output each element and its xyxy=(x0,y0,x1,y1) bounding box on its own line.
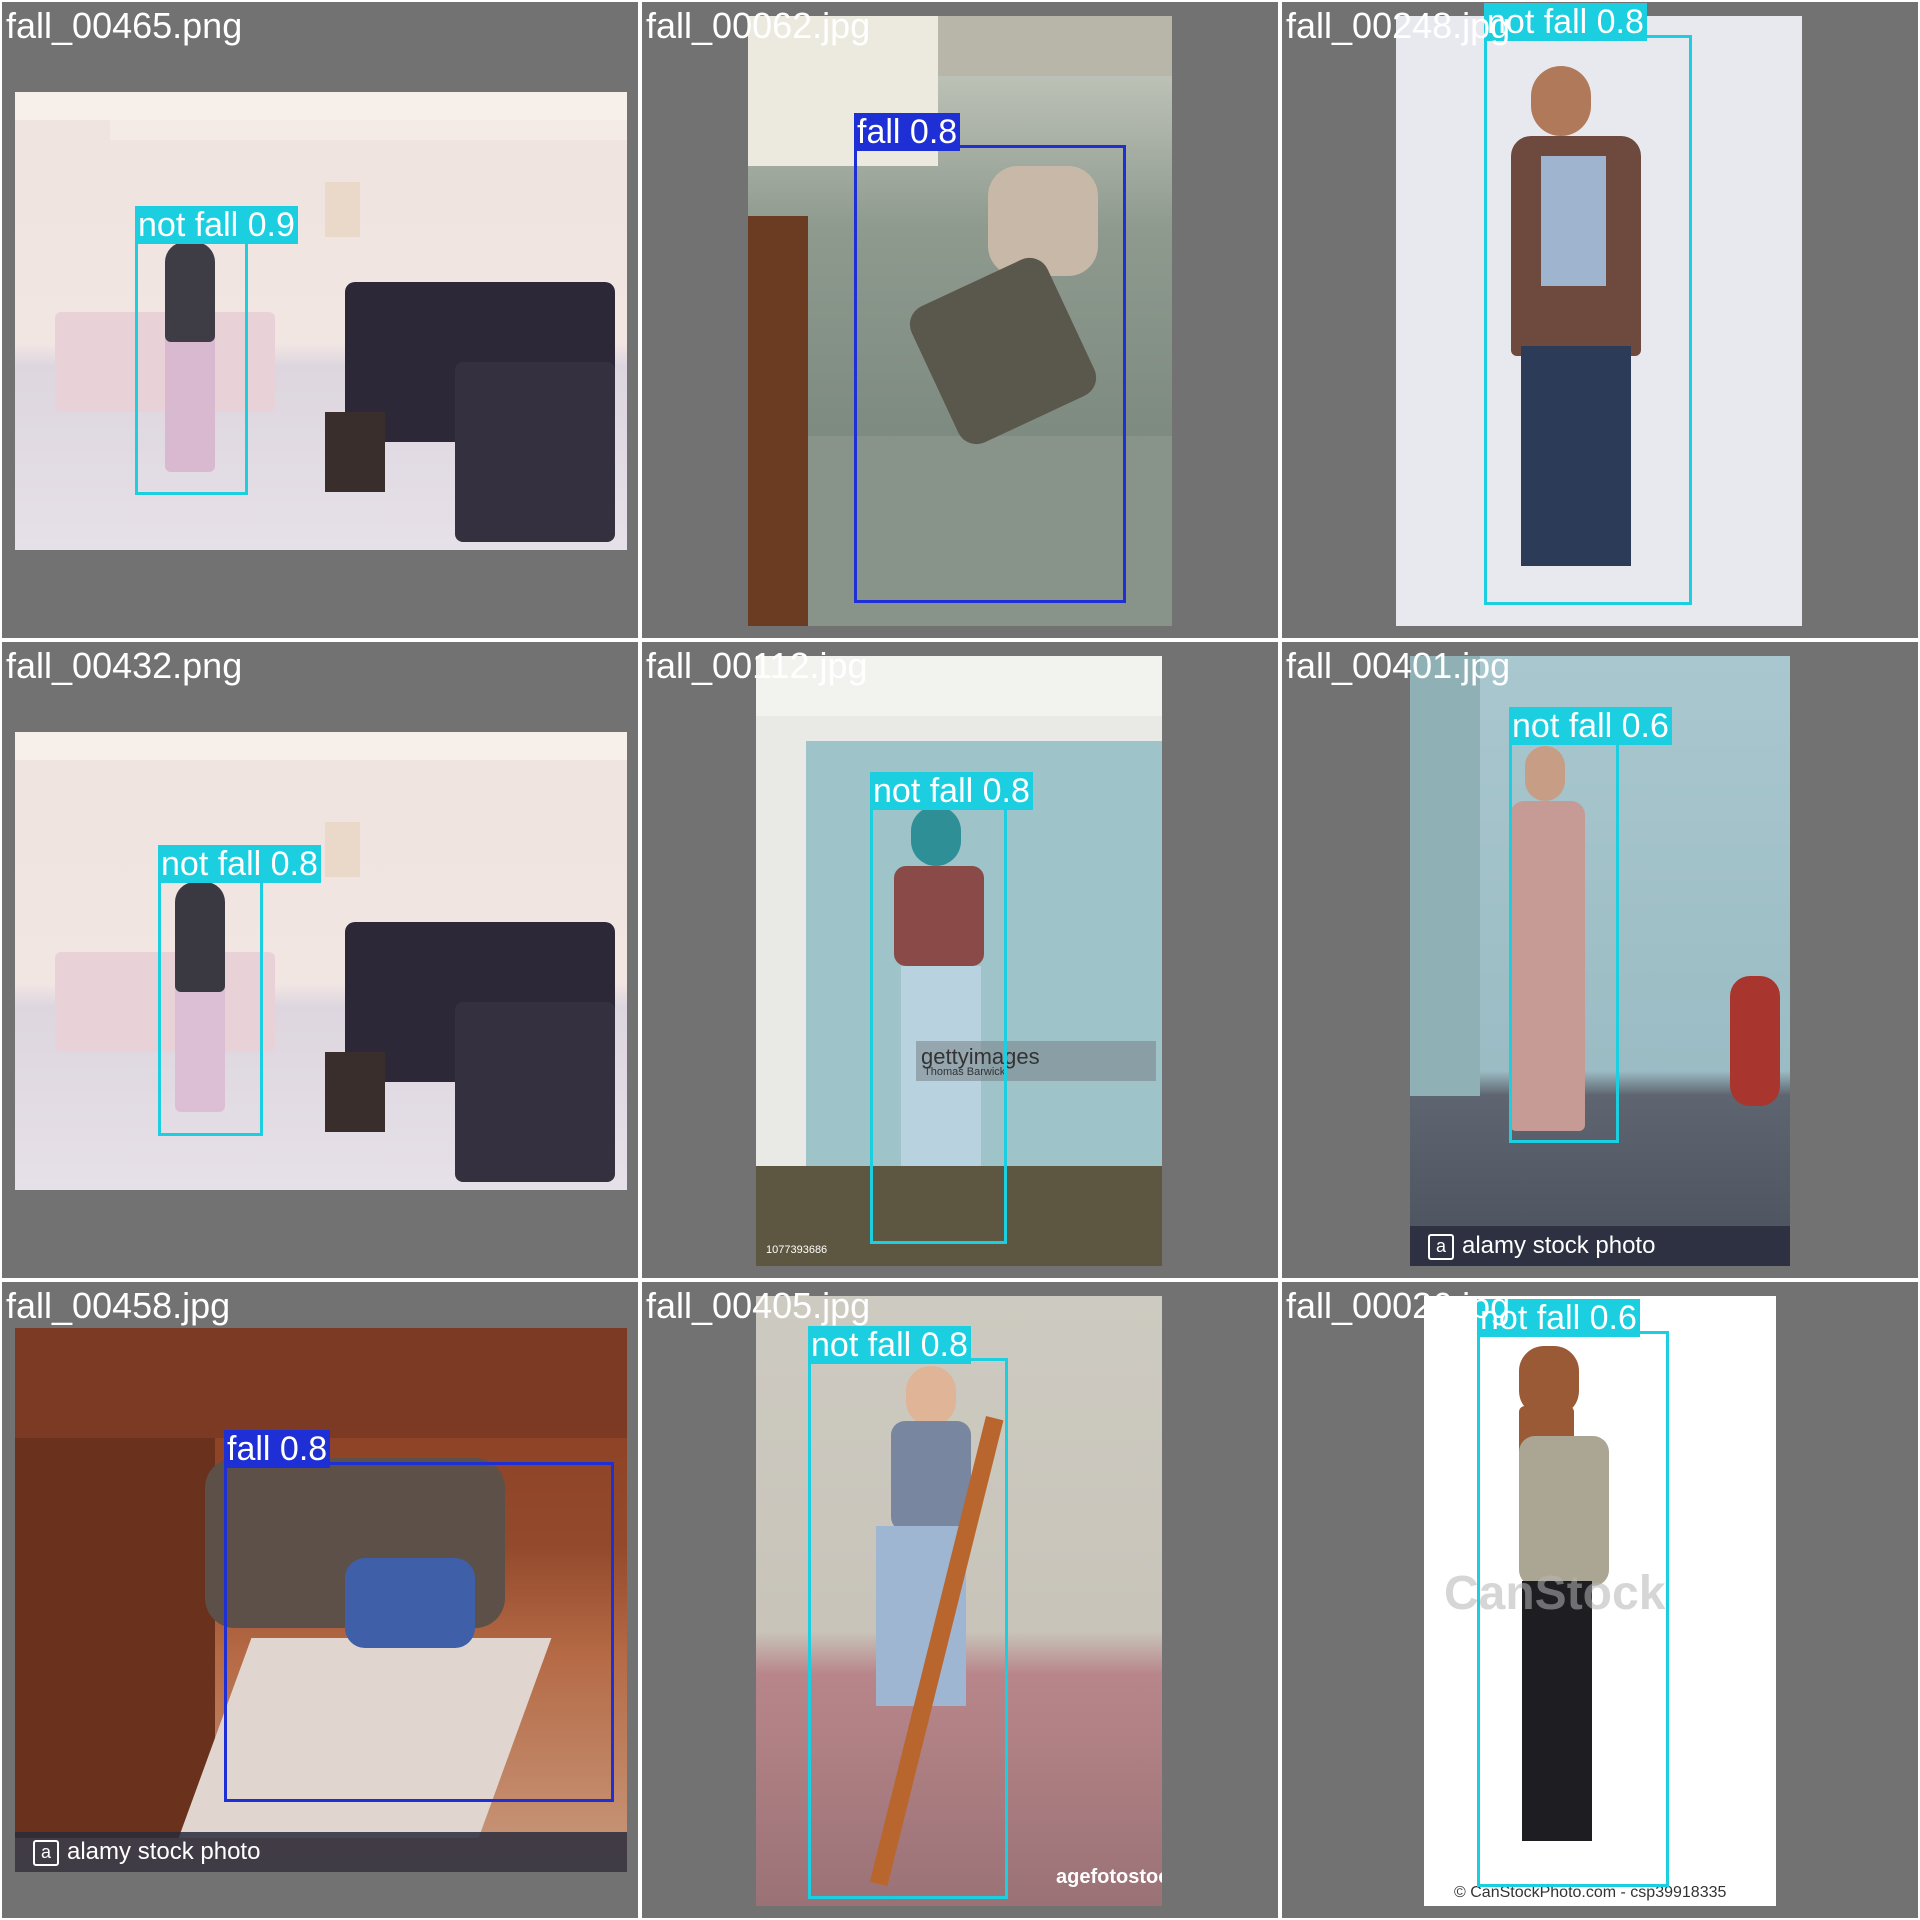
tile-filename: fall_00458.jpg xyxy=(6,1285,231,1326)
detection-label: fall 0.8 xyxy=(854,113,961,151)
alamy-watermark-text: alamy stock photo xyxy=(1462,1232,1656,1259)
tile-filename: fall_00405.jpg xyxy=(646,1285,871,1326)
detection-label: fall 0.8 xyxy=(224,1430,331,1468)
result-tile: fall_00465.png not fall 0.9 xyxy=(2,2,638,638)
result-tile: a alamy stock photo fall_00401.jpg not fa… xyxy=(1282,642,1918,1278)
result-tile: fall_00248.jpg not fall 0.8 xyxy=(1282,2,1918,638)
tile-filename: fall_00432.png xyxy=(6,645,243,686)
detection-box: not fall 0.8 xyxy=(808,1326,1008,1899)
result-tile: fall_00432.png not fall 0.8 xyxy=(2,642,638,1278)
detection-box: not fall 0.8 xyxy=(870,772,1033,1244)
detection-label: not fall 0.9 xyxy=(135,206,298,244)
alamy-watermark-bar: a alamy stock photo xyxy=(15,1832,627,1872)
detection-box: not fall 0.8 xyxy=(1484,3,1692,605)
alamy-logo-icon: a xyxy=(1428,1233,1454,1260)
detection-box: not fall 0.8 xyxy=(158,845,321,1136)
detection-label: not fall 0.6 xyxy=(1509,707,1672,745)
alamy-watermark-bar: a alamy stock photo xyxy=(1410,1226,1790,1266)
result-tile: gettyimages Thomas Barwick 1077393686 fa… xyxy=(642,642,1278,1278)
alamy-watermark-text: alamy stock photo xyxy=(67,1838,261,1865)
detection-label: not fall 0.8 xyxy=(870,772,1033,810)
detection-results-grid: fall_00465.png not fall 0.9 fall_00062.j… xyxy=(0,0,1920,1920)
alamy-logo-icon: a xyxy=(33,1839,59,1866)
result-tile: CanStock © CanStockPhoto.com - csp399183… xyxy=(1282,1282,1918,1918)
tile-filename: fall_00062.jpg xyxy=(646,5,871,46)
tile-filename: fall_00465.png xyxy=(6,5,243,46)
tile-filename: fall_00026.jpg xyxy=(1286,1285,1511,1326)
detection-box: fall 0.8 xyxy=(224,1430,614,1802)
detection-label: not fall 0.8 xyxy=(808,1326,971,1364)
tile-filename: fall_00112.jpg xyxy=(646,645,868,686)
detection-box: fall 0.8 xyxy=(854,113,1126,603)
tile-image xyxy=(15,732,627,1190)
tile-image xyxy=(15,92,627,550)
detection-box: not fall 0.6 xyxy=(1477,1299,1669,1887)
tile-filename: fall_00248.jpg xyxy=(1286,5,1511,46)
detection-box: not fall 0.9 xyxy=(135,206,298,495)
result-tile: a alamy stock photo fall_00458.jpg fall 0… xyxy=(2,1282,638,1918)
tile-filename: fall_00401.jpg xyxy=(1286,645,1511,686)
result-tile: agefotostock fall_00405.jpg not fall 0.8 xyxy=(642,1282,1278,1918)
detection-box: not fall 0.6 xyxy=(1509,707,1672,1143)
agefotostock-watermark: agefotostock xyxy=(1056,1866,1162,1888)
detection-label: not fall 0.8 xyxy=(158,845,321,883)
result-tile: fall_00062.jpg fall 0.8 xyxy=(642,2,1278,638)
stock-id: 1077393686 xyxy=(766,1244,828,1256)
